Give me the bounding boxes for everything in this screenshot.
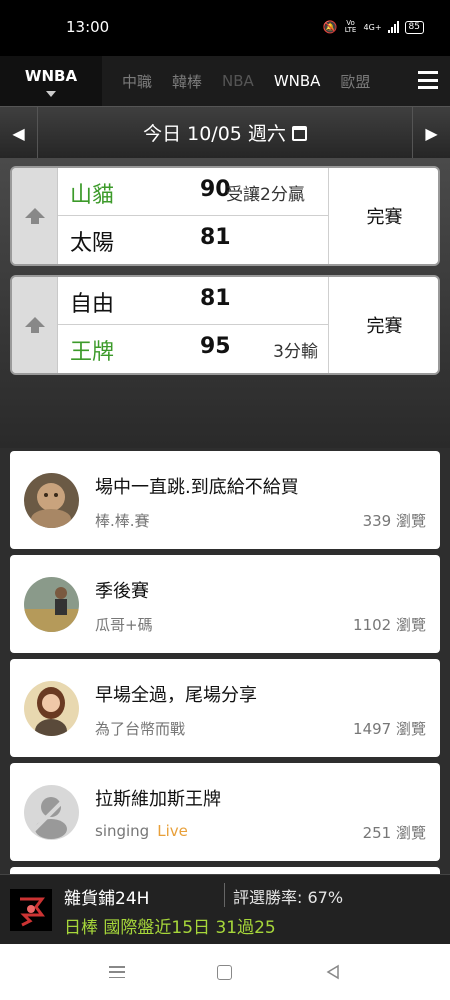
team-score: 95	[200, 334, 231, 359]
tab-wnba-active[interactable]: WNBA	[0, 56, 102, 106]
post-views: 339 瀏覽	[362, 512, 426, 530]
team-row-home: 自由 81	[58, 277, 328, 325]
post-views: 1497 瀏覽	[353, 720, 426, 738]
team-name: 自由	[70, 292, 115, 317]
post-item[interactable]: 季後賽 瓜哥+碼 1102 瀏覽	[10, 555, 440, 653]
mute-icon: 🔕	[322, 20, 338, 34]
back-icon[interactable]	[325, 964, 341, 980]
divider	[224, 883, 225, 907]
game-card[interactable]: 山貓 90 受讓2分贏 太陽 81 完賽	[10, 166, 440, 266]
posts-list: 場中一直跳.到底給不給買 棒.棒.賽 339 瀏覽 季後賽 瓜哥+碼 1102 …	[0, 448, 450, 874]
live-badge: Live	[157, 822, 188, 840]
post-title: 場中一直跳.到底給不給買	[95, 477, 299, 498]
status-bar: 13:00 🔕 Vo LTE 4G+ 85	[0, 0, 450, 56]
spread-result: 3分輸	[273, 342, 318, 362]
post-views: 251 瀏覽	[362, 824, 426, 842]
post-author: 瓜哥+碼	[95, 616, 153, 634]
avatar	[24, 577, 79, 632]
post-item[interactable]: 拉斯維加斯王牌 singing Live 251 瀏覽	[10, 763, 440, 861]
games-section: 山貓 90 受讓2分贏 太陽 81 完賽 自由 81 王牌 95 3分輸 完賽	[0, 158, 450, 448]
date-bar: ◀ 今日 10/05 週六 ▶	[0, 106, 450, 159]
post-author: 為了台幣而戰	[95, 720, 186, 738]
volte-icon: Vo LTE	[344, 19, 357, 34]
tab-nba[interactable]: NBA	[222, 72, 254, 90]
date-selector[interactable]: 今日 10/05 週六	[38, 119, 412, 146]
arrow-up-icon	[24, 317, 45, 333]
status-icons: 🔕 Vo LTE 4G+ 85	[323, 20, 424, 34]
game-expand[interactable]	[12, 168, 58, 264]
promo-highlight: 日棒 國際盤近15日 31過25	[64, 918, 276, 938]
game-status: 完賽	[328, 168, 438, 264]
avatar	[24, 681, 79, 736]
date-label: 今日 10/05 週六	[143, 123, 286, 145]
arrow-up-icon	[24, 208, 45, 224]
game-card[interactable]: 自由 81 王牌 95 3分輸 完賽	[10, 275, 440, 375]
post-views: 1102 瀏覽	[353, 616, 426, 634]
battery-level: 85	[408, 21, 420, 32]
win-rate: 評選勝率: 67%	[233, 888, 344, 907]
team-row-away: 太陽 81	[58, 216, 328, 264]
spread-result: 受讓2分贏	[226, 185, 305, 205]
network-label: 4G+	[363, 22, 382, 32]
team-score: 81	[200, 225, 231, 250]
shop-logo	[10, 889, 52, 931]
post-title: 早場全過，尾場分享	[95, 685, 257, 706]
team-name: 王牌	[70, 340, 115, 365]
team-row-home: 山貓 90 受讓2分贏	[58, 168, 328, 216]
hamburger-menu-icon[interactable]	[418, 69, 438, 91]
tab-euro[interactable]: 歐盟	[340, 71, 370, 92]
calendar-icon	[291, 126, 307, 141]
status-time: 13:00	[66, 18, 110, 36]
post-author-line: singing Live	[95, 822, 188, 840]
signal-icon	[387, 21, 399, 33]
system-nav-bar	[0, 944, 450, 1000]
league-tab-bar: WNBA 中職 韓棒 NBA WNBA 歐盟	[0, 56, 450, 106]
next-day-button[interactable]: ▶	[412, 107, 450, 159]
shop-name: 雜貨鋪24H	[64, 889, 150, 909]
post-author: 棒.棒.賽	[95, 512, 150, 530]
promo-bar[interactable]: 雜貨鋪24H 評選勝率: 67% 日棒 國際盤近15日 31過25	[0, 874, 450, 944]
game-status: 完賽	[328, 277, 438, 373]
prev-day-button[interactable]: ◀	[0, 107, 38, 159]
tab-active-label: WNBA	[24, 67, 78, 85]
tab-cpbl[interactable]: 中職	[122, 71, 152, 92]
tab-list: 中職 韓棒 NBA WNBA 歐盟	[108, 56, 410, 106]
post-item[interactable]: 場中一直跳.到底給不給買 棒.棒.賽 339 瀏覽	[10, 451, 440, 549]
recent-apps-icon[interactable]	[109, 966, 125, 978]
post-item[interactable]: 早場全過，尾場分享 為了台幣而戰 1497 瀏覽	[10, 659, 440, 757]
home-icon[interactable]	[217, 965, 232, 980]
dropdown-caret-icon	[46, 91, 56, 97]
default-avatar-icon	[24, 785, 79, 840]
team-score: 81	[200, 286, 231, 311]
game-expand[interactable]	[12, 277, 58, 373]
post-item[interactable]	[10, 867, 440, 874]
team-name: 山貓	[70, 183, 115, 208]
team-row-away: 王牌 95 3分輸	[58, 325, 328, 373]
post-title: 拉斯維加斯王牌	[95, 789, 221, 810]
post-author: singing	[95, 822, 150, 840]
avatar	[24, 473, 79, 528]
tab-kbo[interactable]: 韓棒	[172, 71, 202, 92]
tab-wnba[interactable]: WNBA	[274, 72, 321, 90]
battery-icon: 85	[404, 20, 424, 34]
post-title: 季後賽	[95, 581, 149, 602]
team-name: 太陽	[70, 231, 115, 256]
